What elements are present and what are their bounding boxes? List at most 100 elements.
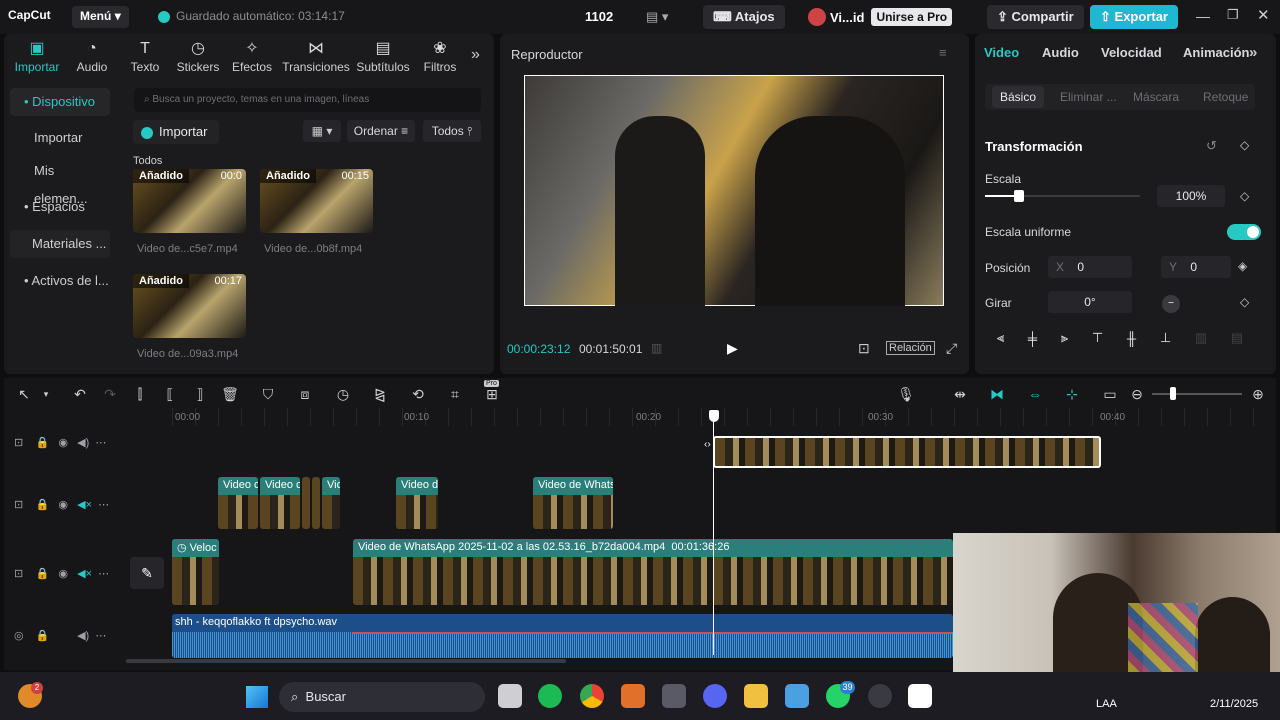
fullscreen-icon[interactable]: ⤢ [946,340,957,357]
scale-slider[interactable] [985,195,1140,197]
align-left-icon[interactable]: ⫷ [997,330,1004,346]
track-thumb-icon[interactable]: ⊡ [14,499,23,511]
speaker-icon[interactable]: ◀) [77,437,89,449]
audio-clip[interactable]: shh - keqqoflakko ft dpsycho.wav [172,614,953,658]
maximize-icon[interactable]: ❐ [1227,7,1239,23]
split-right-icon[interactable]: ⟧ [190,386,210,402]
overlay-clip-selected[interactable] [713,436,1101,468]
lock-icon[interactable]: 🔒 [35,499,49,511]
delete-icon[interactable]: 🗑 [220,386,240,402]
sidebar-item-materials[interactable]: Materiales ... [10,230,110,258]
tab-audio[interactable]: Audio [1042,45,1079,60]
snap-icon[interactable]: ⇔ [1025,386,1045,402]
obs-icon[interactable] [868,684,892,708]
tool-subtitles[interactable]: ▤ Subtítulos [354,38,412,74]
timeline-scrollbar[interactable] [126,659,566,663]
more-tools-icon[interactable]: » [471,46,480,64]
tool-text[interactable]: T Texto [116,38,174,74]
chevron-down-icon[interactable]: ▾ [36,386,56,402]
tool-stickers[interactable]: ◷ Stickers [169,38,227,74]
keyframe-icon[interactable]: ◇ [1240,295,1249,309]
muted-icon[interactable]: ◀× [77,568,92,580]
keyframe-icon[interactable]: ◇ [1240,189,1249,203]
speed-icon[interactable]: ◷ [333,386,353,402]
play-icon[interactable]: ▶ [727,340,738,357]
taskbar-date[interactable]: 2/11/2025 [1210,698,1258,710]
sidebar-item-device[interactable]: • Dispositivo [10,88,110,116]
close-icon[interactable]: ✕ [1257,6,1270,24]
thumbnail-icon[interactable]: ▭ [1100,386,1120,402]
timeline-clip[interactable]: Video c [218,477,258,529]
track-thumb-icon[interactable]: ⊡ [14,437,23,449]
tab-video[interactable]: Video [984,45,1019,60]
media-thumb[interactable]: Añadido 00:17 [133,274,246,338]
menu-button[interactable]: Menú ▾ [72,6,129,28]
subtab-mask[interactable]: Máscara [1125,86,1187,108]
redo-icon[interactable]: ↷ [100,386,120,402]
discord-icon[interactable] [703,684,727,708]
playhead-handle[interactable] [709,410,719,422]
rotate-icon[interactable]: ⟲ [408,386,428,402]
chrome-icon[interactable] [580,684,604,708]
zoom-slider[interactable] [1152,393,1242,395]
undo-icon[interactable]: ↶ [70,386,90,402]
timeline-clip[interactable]: Video de Whats [533,477,613,529]
zoom-out-icon[interactable]: ⊖ [1127,386,1147,402]
auto-reframe-icon[interactable]: ⊞ [482,386,502,402]
file-explorer-icon[interactable] [744,684,768,708]
sort-button[interactable]: Ordenar ≡ [347,120,415,142]
crop-icon[interactable]: ⌗ [445,386,465,402]
fl-studio-icon[interactable] [621,684,645,708]
more-icon[interactable]: ⋯ [95,630,106,642]
sidebar-item-spaces[interactable]: • Espacios [10,193,110,221]
media-thumb[interactable]: Añadido 00:15 [260,169,373,233]
eye-icon[interactable]: ◉ [58,437,68,449]
windows-start-icon[interactable] [246,686,268,708]
align-bottom-icon[interactable]: ⊥ [1160,330,1171,346]
select-tool-icon[interactable]: ↖ [14,386,34,402]
shortcuts-button[interactable]: ⌨ Atajos [703,5,785,29]
shield-icon[interactable]: ⛉ [258,386,278,402]
tool-import[interactable]: ▣ Importar [8,38,66,74]
magnet-icon[interactable]: ⧓ [987,386,1007,402]
distribute-h-icon[interactable]: ▥ [1195,330,1207,346]
lock-icon[interactable]: 🔒 [35,437,49,449]
more-icon[interactable]: ⋯ [95,437,106,449]
capcut-icon[interactable] [908,684,932,708]
sidebar-item-assets[interactable]: • Activos de l... [10,267,110,295]
mirror-icon[interactable]: ⧎ [370,386,390,402]
align-center-icon[interactable]: ╪ [1028,331,1037,346]
link-icon[interactable]: ⇹ [950,386,970,402]
tool-transitions[interactable]: ⋈ Transiciones [280,38,352,74]
fit-view-icon[interactable]: ⊡ [858,340,870,357]
timeline-clip[interactable]: Vic [322,477,340,529]
position-x-input[interactable]: X 0 [1048,256,1132,278]
player-menu-icon[interactable]: ≡ [939,45,947,60]
reset-icon[interactable]: ↺ [1206,138,1217,154]
eye-icon[interactable]: ◉ [58,568,68,580]
rotate-dial-icon[interactable]: − [1162,295,1180,313]
main-clip[interactable]: Video de WhatsApp 2025-11-02 a las 02.53… [353,539,953,605]
more-icon[interactable]: ⋯ [98,568,109,580]
layout-icon[interactable]: ▤ ▾ [646,9,668,25]
export-button[interactable]: ⇧ Exportar [1090,5,1178,29]
preview-axis-icon[interactable]: ⊹ [1062,386,1082,402]
subtab-basic[interactable]: Básico [992,86,1045,108]
eye-icon[interactable]: ◉ [58,499,68,511]
freeze-icon[interactable]: ⧈ [295,386,315,402]
timeline-clip[interactable]: Video d [396,477,438,529]
user-menu[interactable]: Vi...id Unirse a Pro [808,6,953,28]
timeline-clip[interactable]: Video c [260,477,300,529]
keyframe-icon[interactable]: ◈ [1238,259,1247,273]
align-top-icon[interactable]: ⊤ [1092,330,1103,346]
taskbar-search[interactable]: ⌕ Buscar [279,682,485,712]
keyframe-icon[interactable]: ◇ [1240,138,1249,152]
audio-track-icon[interactable]: ◎ [14,630,24,642]
timeline-grid-icon[interactable]: ▥ [651,341,662,355]
task-view-icon[interactable] [498,684,522,708]
join-pro-button[interactable]: Unirse a Pro [871,8,953,26]
trim-handle-icon[interactable]: ‹› [704,439,711,450]
rotate-input[interactable]: 0° [1048,291,1132,313]
media-thumb[interactable]: Añadido 00:0 [133,169,246,233]
video-preview[interactable] [524,75,944,306]
